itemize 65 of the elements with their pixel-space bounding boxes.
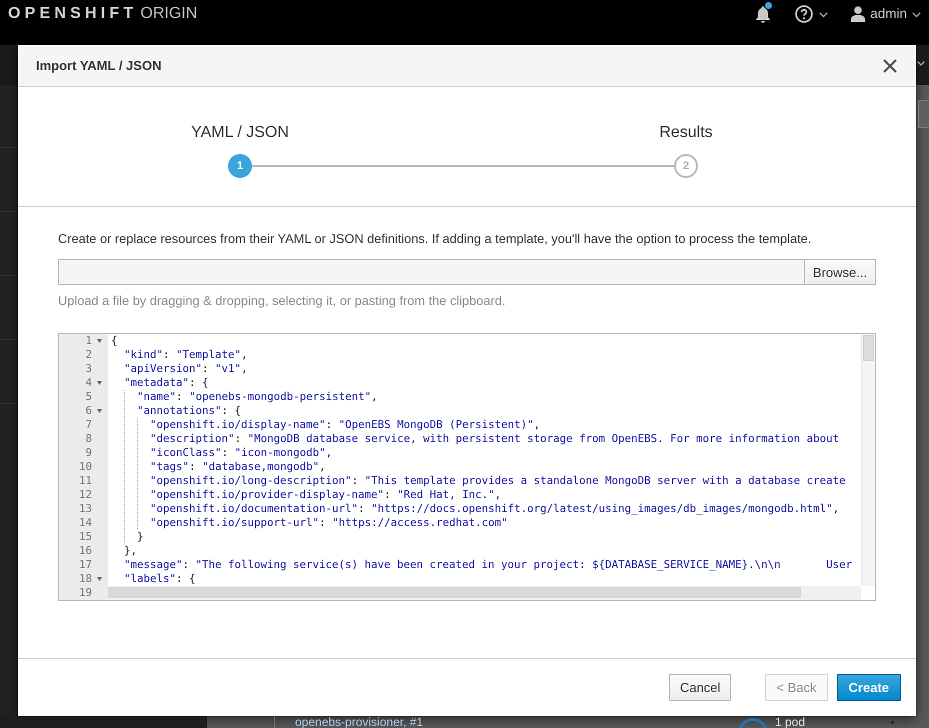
- code-line: "tags": "database,mongodb",: [108, 460, 326, 474]
- line-number: 11: [78, 474, 92, 488]
- brand-name: OPENSHIFT: [8, 4, 138, 24]
- horizontal-scrollbar[interactable]: [108, 586, 861, 600]
- line-number: 18: [78, 572, 92, 586]
- product-name: ORIGIN: [140, 4, 198, 24]
- line-number: 1: [85, 334, 92, 348]
- line-number: 9: [85, 446, 92, 460]
- line-number: 5: [85, 390, 92, 404]
- code-line: "openshift.io/display-name": "OpenEBS MongoDB (Persistent)",: [108, 418, 540, 432]
- line-number: 16: [78, 544, 92, 558]
- line-number: 6: [85, 404, 92, 418]
- code-line: "openshift.io/provider-display-name": "Red Hat, Inc.",: [108, 488, 502, 502]
- line-number: 8: [85, 432, 92, 446]
- line-number: 19: [78, 586, 92, 600]
- user-icon[interactable]: [851, 6, 866, 22]
- fold-caret-icon[interactable]: [97, 409, 102, 413]
- step-indicator: 2: [674, 154, 698, 178]
- code-line: "iconClass": "icon-mongodb",: [108, 446, 332, 460]
- line-number: 4: [85, 376, 92, 390]
- line-number: 3: [85, 362, 92, 376]
- user-name[interactable]: admin: [870, 5, 907, 23]
- bell-icon[interactable]: [754, 5, 772, 23]
- code-editor[interactable]: [58, 333, 876, 601]
- browse-button[interactable]: Browse...: [804, 259, 876, 285]
- code-line: "annotations": {: [108, 404, 242, 418]
- step-label: Results: [658, 123, 714, 143]
- line-number: 14: [78, 516, 92, 530]
- code-line: },: [123, 544, 138, 558]
- help-text: Upload a file by dragging & dropping, selecting it, or pasting from the clipboard.: [58, 292, 506, 310]
- code-line: "labels": {: [123, 572, 196, 586]
- fold-caret-icon[interactable]: [97, 381, 102, 385]
- fold-caret-icon[interactable]: [97, 339, 102, 343]
- file-path-field[interactable]: [58, 259, 804, 285]
- cancel-button[interactable]: Cancel: [668, 674, 732, 701]
- vertical-scrollbar[interactable]: [861, 334, 875, 586]
- input-field[interactable]: [918, 100, 929, 128]
- instructions-text: Create or replace resources from their YAML or JSON definitions. If adding a template, you'll have the option to process the template.: [58, 230, 812, 248]
- step-indicator: 1: [228, 154, 252, 178]
- step-label: YAML / JSON: [190, 123, 290, 143]
- line-number: 13: [78, 502, 92, 516]
- caret-icon[interactable]: [917, 61, 925, 66]
- line-number: 12: [78, 488, 92, 502]
- line-number: 17: [78, 558, 92, 572]
- caret-icon[interactable]: [912, 12, 921, 18]
- line-number: 15: [78, 530, 92, 544]
- code-line: "metadata": {: [123, 376, 209, 390]
- code-line: "name": "openebs-mongodb-persistent",: [108, 390, 378, 404]
- code-line: "kind": "Template",: [123, 348, 248, 362]
- dialog-title: Import YAML / JSON: [36, 58, 162, 74]
- code-line: "apiVersion": "v1",: [123, 362, 248, 376]
- code-line: "message": "The following service(s) have been created in your project: ${DATABASE_SERVICE_NAME}.\n\n User: [123, 558, 852, 572]
- code-line: }: [108, 530, 144, 544]
- ring-icon: [738, 716, 768, 728]
- code-line: "openshift.io/long-description": "This template provides a standalone MongoDB server with a database create: [108, 474, 846, 488]
- line-number: 10: [78, 460, 92, 474]
- code-line: "description": "MongoDB database service, with persistent storage from OpenEBS. For more information about: [108, 432, 840, 446]
- help-icon[interactable]: [795, 5, 814, 23]
- code-line: "openshift.io/documentation-url": "https://docs.openshift.org/latest/using_images/db_images/mongodb.html",: [108, 502, 840, 516]
- code-line: "openshift.io/support-url": "https://access.redhat.com": [108, 516, 508, 530]
- code-line: {: [110, 334, 118, 348]
- fold-caret-icon[interactable]: [97, 577, 102, 581]
- caret-icon[interactable]: [819, 12, 828, 18]
- line-number: 2: [85, 348, 92, 362]
- line-number: 7: [85, 418, 92, 432]
